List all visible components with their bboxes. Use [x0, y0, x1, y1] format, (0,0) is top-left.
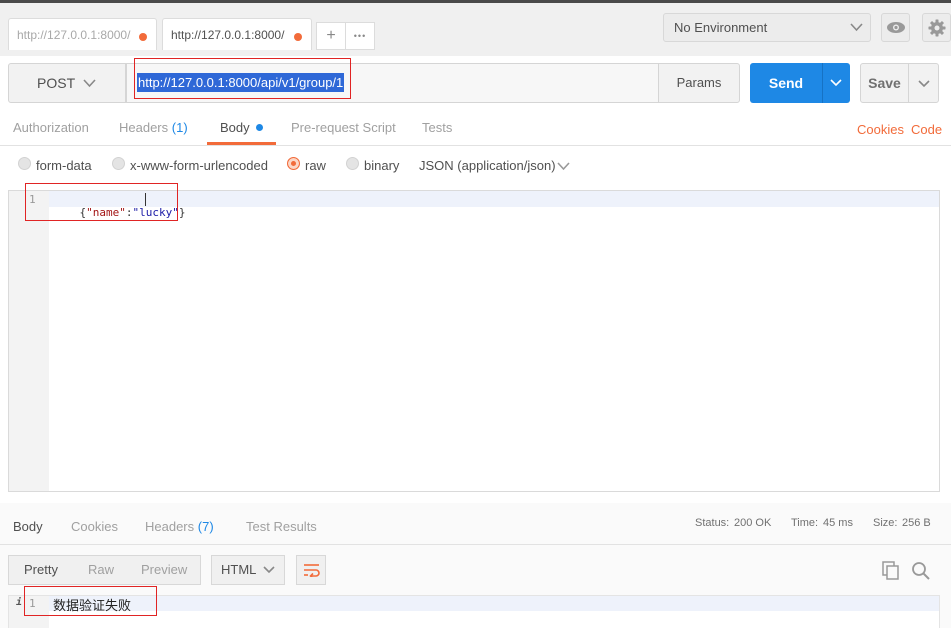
- copy-icon[interactable]: [882, 561, 900, 580]
- request-tab-label: http://127.0.0.1:8000/: [171, 28, 285, 42]
- tabs-divider: [0, 145, 951, 146]
- radio-urlencoded[interactable]: [112, 157, 125, 170]
- tab-body-label: Body: [220, 120, 250, 135]
- response-format-select[interactable]: HTML: [211, 555, 285, 585]
- body-editor[interactable]: [8, 190, 940, 492]
- quick-look-button[interactable]: [881, 13, 910, 42]
- response-view-group: Pretty Raw Preview: [8, 555, 201, 585]
- response-headers-label: Headers: [145, 519, 195, 534]
- code-highlight-box: [25, 183, 178, 221]
- url-highlight-box: [134, 58, 351, 99]
- environment-select[interactable]: No Environment: [663, 13, 871, 42]
- chevron-down-icon: [263, 566, 275, 574]
- method-value: POST: [37, 75, 76, 91]
- save-options-button[interactable]: [908, 63, 939, 103]
- tab-pre-request-script[interactable]: Pre-request Script: [291, 120, 396, 135]
- editor-gutter: [9, 191, 49, 491]
- add-tab-button[interactable]: +: [316, 22, 346, 50]
- form-data-label: form-data: [36, 158, 92, 173]
- view-pretty-button[interactable]: Pretty: [24, 556, 58, 584]
- unsaved-dot-icon: [294, 33, 302, 41]
- radio-binary[interactable]: [346, 157, 359, 170]
- urlencoded-label: x-www-form-urlencoded: [130, 158, 268, 173]
- size-label: Size:: [873, 517, 898, 529]
- tab-tests[interactable]: Tests: [422, 120, 452, 135]
- response-tab-cookies[interactable]: Cookies: [71, 519, 118, 534]
- tab-headers-label: Headers: [119, 120, 169, 135]
- response-tabs-divider: [0, 544, 951, 545]
- response-active-line: [49, 596, 939, 611]
- raw-label: raw: [305, 158, 326, 173]
- environment-selected-value: No Environment: [674, 20, 768, 35]
- info-marker-icon: i: [16, 597, 23, 608]
- more-dots-icon: •••: [353, 31, 367, 41]
- params-button[interactable]: Params: [658, 63, 740, 103]
- raw-format-value: JSON (application/json): [419, 158, 556, 173]
- binary-label: binary: [364, 158, 400, 173]
- request-tab-2[interactable]: http://127.0.0.1:8000/: [162, 18, 312, 50]
- eye-icon: [887, 22, 905, 33]
- plus-icon: +: [326, 27, 336, 44]
- status-label: Status:: [695, 517, 730, 529]
- tab-body[interactable]: Body: [220, 120, 264, 135]
- headers-count: (1): [171, 120, 188, 135]
- response-highlight-box: [24, 586, 157, 616]
- body-modified-dot-icon: [256, 124, 264, 131]
- gear-icon: [928, 19, 946, 37]
- chevron-down-icon: [918, 80, 930, 88]
- cookies-link[interactable]: Cookies: [857, 122, 904, 137]
- chevron-down-icon[interactable]: [557, 162, 570, 171]
- raw-format-select[interactable]: JSON (application/json): [419, 158, 556, 173]
- radio-raw[interactable]: [287, 157, 300, 170]
- wrap-lines-icon: [304, 564, 320, 577]
- save-button[interactable]: Save: [860, 63, 909, 103]
- chevron-down-icon: [83, 79, 96, 88]
- code-link[interactable]: Code: [911, 122, 942, 137]
- chevron-down-icon: [830, 79, 842, 87]
- response-tab-body[interactable]: Body: [13, 519, 43, 534]
- radio-form-data[interactable]: [18, 157, 31, 170]
- settings-button[interactable]: [922, 13, 951, 42]
- tab-more-button[interactable]: •••: [345, 22, 375, 50]
- chevron-down-icon: [850, 23, 863, 32]
- request-tab-1[interactable]: http://127.0.0.1:8000/: [8, 18, 157, 50]
- response-headers-count: (7): [197, 519, 214, 534]
- view-preview-button[interactable]: Preview: [141, 556, 187, 584]
- method-select[interactable]: POST: [8, 63, 126, 103]
- response-format-value: HTML: [221, 562, 257, 577]
- send-button[interactable]: Send: [750, 63, 822, 103]
- time-value: 45 ms: [823, 517, 853, 529]
- code-brace-close: }: [178, 206, 186, 219]
- tab-headers[interactable]: Headers (1): [119, 120, 188, 135]
- size-value: 256 B: [902, 517, 931, 529]
- response-tab-headers[interactable]: Headers (7): [145, 519, 214, 534]
- request-tab-label: http://127.0.0.1:8000/: [17, 28, 131, 42]
- unsaved-dot-icon: [139, 33, 147, 41]
- wrap-lines-button[interactable]: [296, 555, 326, 585]
- send-options-button[interactable]: [822, 63, 850, 103]
- tab-authorization[interactable]: Authorization: [13, 120, 89, 135]
- search-icon[interactable]: [911, 561, 931, 581]
- response-tab-test-results[interactable]: Test Results: [246, 519, 317, 534]
- time-label: Time:: [791, 517, 819, 529]
- view-raw-button[interactable]: Raw: [88, 556, 114, 584]
- status-value: 200 OK: [734, 517, 772, 529]
